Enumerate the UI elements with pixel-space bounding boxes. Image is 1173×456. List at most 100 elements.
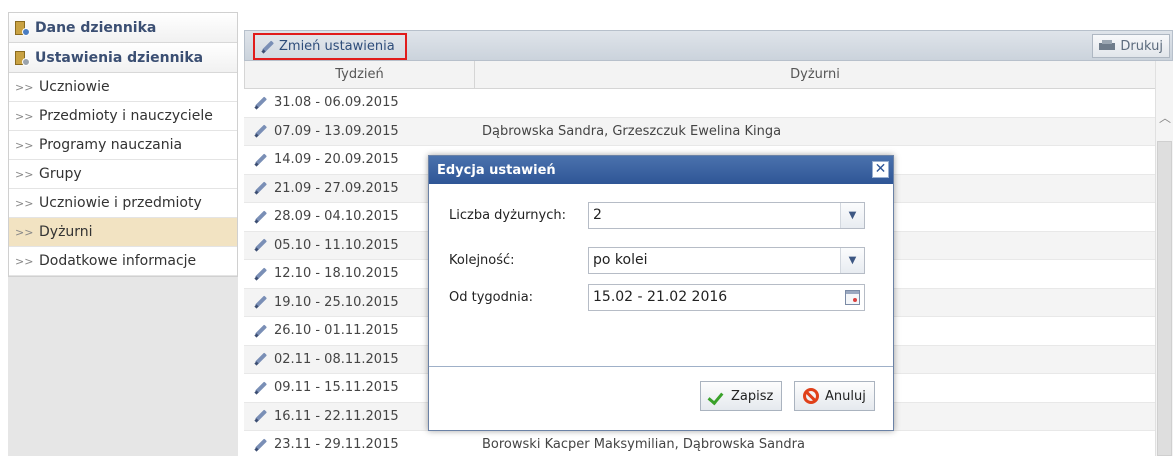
- sidebar-header-dane-dziennika[interactable]: Dane dziennika: [9, 13, 237, 43]
- week-cell[interactable]: 07.09 - 13.09.2015: [244, 118, 474, 146]
- week-text: 16.11 - 22.11.2015: [274, 408, 399, 424]
- print-button[interactable]: Drukuj: [1092, 34, 1170, 58]
- dialog-title-bar: Edycja ustawień ✕: [429, 156, 893, 184]
- from-week-value: 15.02 - 21.02 2016: [593, 289, 728, 305]
- duty-cell: [474, 89, 1155, 117]
- chevron-up-icon[interactable]: ︿: [1159, 109, 1171, 125]
- double-chevron-right-icon: >>: [15, 225, 34, 239]
- save-button[interactable]: Zapisz: [700, 381, 783, 411]
- sidebar-item-label: Dodatkowe informacje: [39, 253, 197, 269]
- double-chevron-right-icon: >>: [15, 80, 34, 94]
- count-label: Liczba dyżurnych:: [449, 207, 566, 223]
- week-text: 31.08 - 06.09.2015: [274, 95, 399, 111]
- pencil-icon[interactable]: [254, 438, 268, 452]
- order-select[interactable]: po kolei ▼: [588, 246, 865, 274]
- week-text: 09.11 - 15.11.2015: [274, 380, 399, 396]
- chevron-down-icon[interactable]: ▼: [840, 202, 864, 228]
- sidebar-item-label: Uczniowie i przedmioty: [39, 195, 202, 211]
- table-row[interactable]: 07.09 - 13.09.2015 Dąbrowska Sandra, Grze…: [244, 117, 1155, 146]
- week-text: 21.09 - 27.09.2015: [274, 180, 399, 196]
- week-text: 02.11 - 08.11.2015: [274, 351, 399, 367]
- sidebar-item-label: Dyżurni: [39, 224, 93, 240]
- pencil-icon[interactable]: [254, 267, 268, 281]
- print-label: Drukuj: [1120, 38, 1163, 54]
- sidebar-item-uczniowie-przedmioty[interactable]: >> Uczniowie i przedmioty: [9, 189, 237, 218]
- pencil-icon[interactable]: [254, 409, 268, 423]
- chevron-down-icon[interactable]: ▼: [840, 247, 864, 273]
- week-text: 19.10 - 25.10.2015: [274, 294, 399, 310]
- duty-cell: Dąbrowska Sandra, Grzeszczuk Ewelina Kin…: [482, 123, 782, 139]
- form-row-count: Liczba dyżurnych: 2 ▼: [429, 200, 893, 230]
- journal-icon: [15, 20, 30, 36]
- from-week-label: Od tygodnia:: [449, 289, 534, 305]
- cancel-icon: [803, 388, 819, 404]
- count-select[interactable]: 2 ▼: [588, 201, 865, 229]
- change-settings-label: Zmień ustawienia: [279, 39, 395, 54]
- vertical-scrollbar[interactable]: ︿: [1155, 61, 1173, 456]
- save-label: Zapisz: [731, 388, 774, 404]
- dialog-divider: [429, 366, 893, 367]
- form-row-from-week: Od tygodnia: 15.02 - 21.02 2016: [429, 282, 893, 312]
- week-text: 12.10 - 18.10.2015: [274, 266, 399, 282]
- double-chevron-right-icon: >>: [15, 109, 34, 123]
- scrollbar-thumb[interactable]: [1157, 141, 1172, 456]
- order-label: Kolejność:: [449, 252, 515, 268]
- sidebar-header-label: Ustawienia dziennika: [35, 49, 204, 66]
- dialog-title: Edycja ustawień: [437, 162, 556, 178]
- week-text: 28.09 - 04.10.2015: [274, 209, 399, 225]
- toolbar: Zmień ustawienia Drukuj: [244, 30, 1173, 61]
- pencil-icon[interactable]: [254, 324, 268, 338]
- sidebar-item-label: Programy nauczania: [39, 137, 183, 153]
- pencil-icon[interactable]: [254, 381, 268, 395]
- duty-cell: Borowski Kacper Maksymilian, Dąbrowska S…: [482, 437, 805, 453]
- sidebar-item-label: Grupy: [39, 166, 82, 182]
- table-row[interactable]: 23.11 - 29.11.2015 Borowski Kacper Maksym…: [244, 431, 1155, 456]
- week-text: 23.11 - 29.11.2015: [274, 437, 399, 453]
- double-chevron-right-icon: >>: [15, 254, 34, 268]
- pencil-icon[interactable]: [254, 153, 268, 167]
- week-cell[interactable]: 23.11 - 29.11.2015: [244, 431, 474, 456]
- sidebar-item-dyzurni[interactable]: >> Dyżurni: [9, 218, 237, 247]
- sidebar-header-label: Dane dziennika: [35, 19, 157, 36]
- sidebar-item-label: Przedmioty i nauczyciele: [39, 108, 213, 124]
- pencil-icon[interactable]: [254, 352, 268, 366]
- pencil-icon[interactable]: [254, 238, 268, 252]
- cancel-button[interactable]: Anuluj: [794, 381, 875, 411]
- sidebar-header-ustawienia-dziennika[interactable]: Ustawienia dziennika: [9, 43, 237, 73]
- order-value: po kolei: [593, 252, 648, 268]
- printer-icon: [1099, 40, 1116, 52]
- column-header-week[interactable]: Tydzień: [245, 61, 475, 88]
- sidebar-item-uczniowie[interactable]: >> Uczniowie: [9, 73, 237, 102]
- sidebar-item-label: Uczniowie: [39, 79, 110, 95]
- edit-settings-dialog: Edycja ustawień ✕ Liczba dyżurnych: 2 ▼ …: [428, 155, 894, 431]
- calendar-icon[interactable]: [845, 289, 860, 305]
- column-header-duty[interactable]: Dyżurni: [475, 61, 1155, 88]
- double-chevron-right-icon: >>: [15, 196, 34, 210]
- pencil-icon[interactable]: [254, 124, 268, 138]
- week-cell[interactable]: 31.08 - 06.09.2015: [244, 89, 474, 117]
- double-chevron-right-icon: >>: [15, 167, 34, 181]
- pencil-icon[interactable]: [254, 295, 268, 309]
- count-value: 2: [593, 207, 602, 223]
- table-header: Tydzień Dyżurni: [244, 61, 1155, 89]
- table-row[interactable]: 31.08 - 06.09.2015: [244, 89, 1155, 118]
- journal-settings-icon: [15, 50, 30, 66]
- sidebar-item-grupy[interactable]: >> Grupy: [9, 160, 237, 189]
- week-text: 14.09 - 20.09.2015: [274, 152, 399, 168]
- cancel-label: Anuluj: [825, 388, 866, 404]
- checkmark-icon: [709, 389, 725, 403]
- pencil-icon[interactable]: [254, 181, 268, 195]
- form-row-order: Kolejność: po kolei ▼: [429, 245, 893, 275]
- sidebar-item-przedmioty[interactable]: >> Przedmioty i nauczyciele: [9, 102, 237, 131]
- sidebar: Dane dziennika Ustawienia dziennika >> U…: [8, 12, 238, 456]
- change-settings-button[interactable]: Zmień ustawienia: [253, 33, 407, 60]
- sidebar-panel: Dane dziennika Ustawienia dziennika >> U…: [8, 12, 238, 277]
- pencil-icon: [261, 40, 275, 54]
- double-chevron-right-icon: >>: [15, 138, 34, 152]
- pencil-icon[interactable]: [254, 96, 268, 110]
- from-week-picker[interactable]: 15.02 - 21.02 2016: [588, 283, 865, 311]
- sidebar-item-dodatkowe-informacje[interactable]: >> Dodatkowe informacje: [9, 247, 237, 276]
- sidebar-item-programy[interactable]: >> Programy nauczania: [9, 131, 237, 160]
- close-icon[interactable]: ✕: [872, 161, 889, 178]
- pencil-icon[interactable]: [254, 210, 268, 224]
